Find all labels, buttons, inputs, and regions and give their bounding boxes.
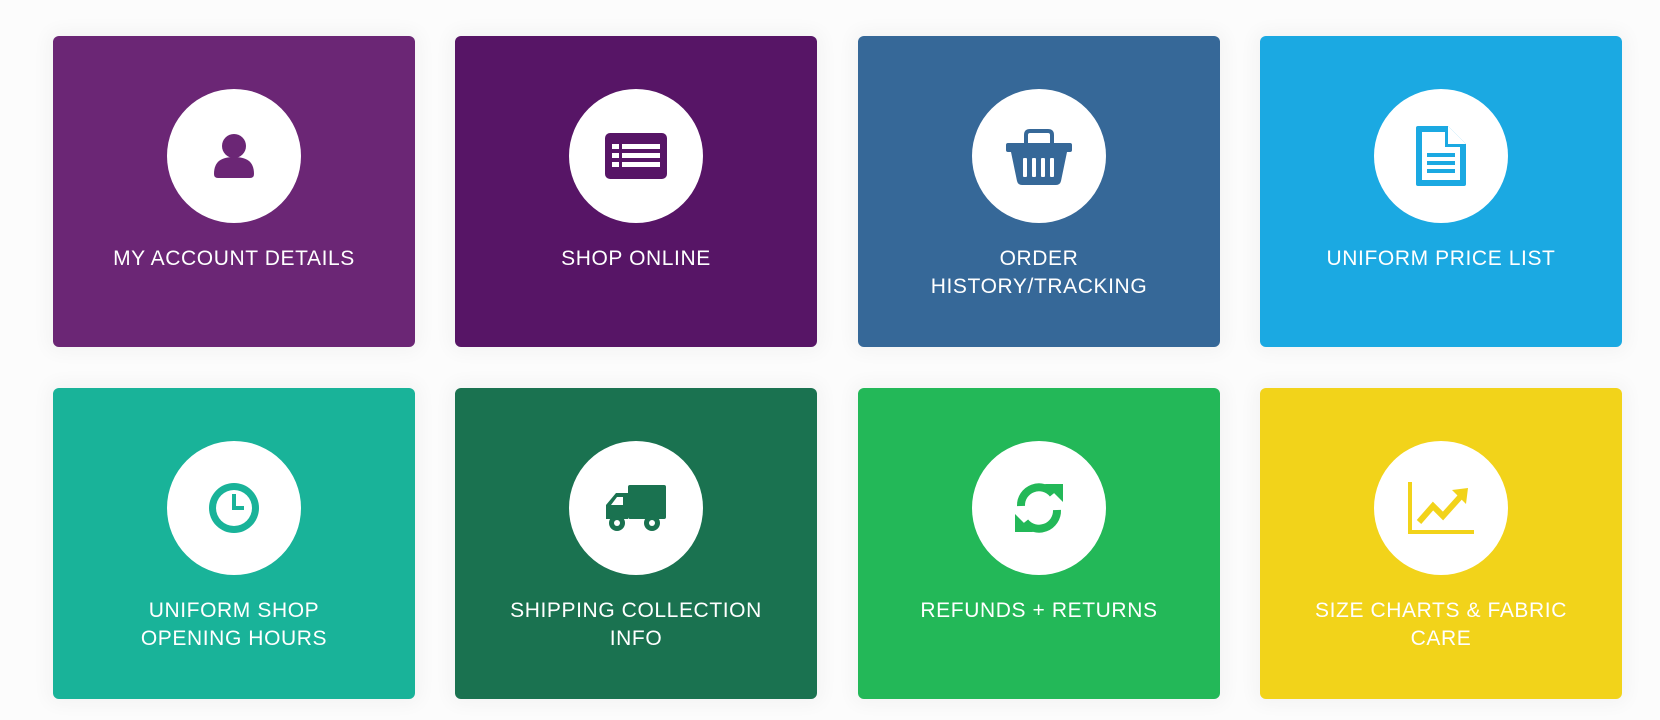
user-icon: [214, 134, 254, 178]
icon-circle: [1374, 89, 1508, 223]
tile-label: REFUNDS + RETURNS: [920, 599, 1158, 622]
quick-links-grid: MY ACCOUNT DETAILS SHOP ONLINE ORDER HIS…: [0, 0, 1660, 720]
refresh-icon: [1015, 483, 1063, 533]
uniform-shop-opening-hours-tile[interactable]: UNIFORM SHOP OPENING HOURS: [53, 388, 415, 699]
tile-label: UNIFORM PRICE LIST: [1326, 247, 1556, 270]
line-chart-icon: [1408, 482, 1474, 534]
list-icon: [605, 133, 667, 179]
icon-circle: [167, 441, 301, 575]
tile-label: SHOP ONLINE: [561, 247, 711, 270]
tile-label: UNIFORM SHOP OPENING HOURS: [140, 599, 328, 650]
icon-circle: [1374, 441, 1508, 575]
icon-circle: [167, 89, 301, 223]
order-history-tracking-tile[interactable]: ORDER HISTORY/TRACKING: [858, 36, 1220, 347]
icon-circle: [972, 441, 1106, 575]
uniform-price-list-tile[interactable]: UNIFORM PRICE LIST: [1260, 36, 1622, 347]
icon-circle: [972, 89, 1106, 223]
tile-label: SIZE CHARTS & FABRIC CARE: [1315, 599, 1567, 650]
shipping-collection-info-tile[interactable]: SHIPPING COLLECTION INFO: [455, 388, 817, 699]
tile-label: ORDER HISTORY/TRACKING: [930, 247, 1148, 298]
tile-label: SHIPPING COLLECTION INFO: [510, 599, 762, 650]
refunds-returns-tile[interactable]: REFUNDS + RETURNS: [858, 388, 1220, 699]
tile-label: MY ACCOUNT DETAILS: [113, 247, 355, 270]
my-account-details-tile[interactable]: MY ACCOUNT DETAILS: [53, 36, 415, 347]
basket-icon: [1006, 129, 1072, 185]
document-icon: [1416, 126, 1466, 186]
icon-circle: [569, 89, 703, 223]
shop-online-tile[interactable]: SHOP ONLINE: [455, 36, 817, 347]
size-charts-fabric-care-tile[interactable]: SIZE CHARTS & FABRIC CARE: [1260, 388, 1622, 699]
clock-icon: [209, 483, 259, 533]
truck-icon: [606, 485, 666, 531]
icon-circle: [569, 441, 703, 575]
